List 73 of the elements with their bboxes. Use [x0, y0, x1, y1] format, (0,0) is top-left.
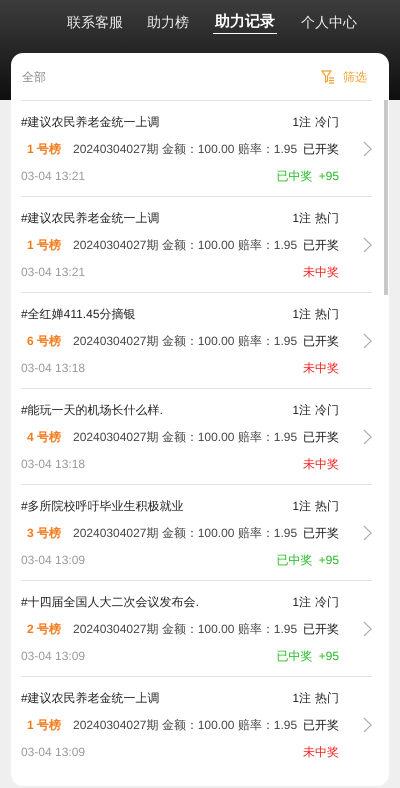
chevron-right-icon: [363, 716, 372, 732]
draw-status: 已开奖: [303, 236, 339, 254]
bet-details: 20240304027期 金额：100.00 赔率：1.95: [73, 236, 298, 254]
bet-time: 03-04 13:09: [21, 648, 86, 664]
bet-count: 1注: [292, 114, 311, 130]
bet-time: 03-04 13:21: [21, 264, 86, 280]
bet-count: 1注: [292, 690, 311, 706]
bet-details: 20240304027期 金额：100.00 赔率：1.95: [73, 140, 298, 158]
bet-time: 03-04 13:09: [21, 744, 86, 760]
topic-title: #建议农民养老金统一上调: [21, 210, 160, 226]
scrollbar[interactable]: [384, 100, 388, 295]
draw-status: 已开奖: [303, 524, 339, 542]
board-label: 6 号榜: [27, 332, 62, 350]
result-label: 未中奖: [303, 744, 339, 760]
heat-tag: 冷门: [315, 592, 339, 610]
bet-time: 03-04 13:09: [21, 552, 86, 568]
board-label: 1 号榜: [27, 236, 62, 254]
bet-details: 20240304027期 金额：100.00 赔率：1.95: [73, 332, 298, 350]
board-label: 1 号榜: [27, 140, 62, 158]
heat-tag: 热门: [315, 304, 339, 322]
chevron-right-icon: [363, 140, 372, 156]
chevron-right-icon: [363, 428, 372, 444]
bet-details: 20240304027期 金额：100.00 赔率：1.95: [73, 620, 298, 638]
topic-title: #能玩一天的机场长什么样.: [21, 402, 164, 418]
draw-status: 已开奖: [303, 716, 339, 734]
bet-details: 20240304027期 金额：100.00 赔率：1.95: [73, 716, 298, 734]
bet-count: 1注: [292, 498, 311, 514]
topic-title: #多所院校呼吁毕业生积极就业: [21, 498, 184, 514]
chevron-right-icon: [363, 524, 372, 540]
draw-status: 已开奖: [303, 332, 339, 350]
result-label: 已中奖: [276, 648, 313, 664]
bet-count: 1注: [292, 306, 311, 322]
bet-details: 20240304027期 金额：100.00 赔率：1.95: [73, 428, 298, 446]
bet-count: 1注: [292, 402, 311, 418]
bet-time: 03-04 13:18: [21, 456, 86, 472]
chevron-right-icon: [363, 332, 372, 348]
board-label: 3 号榜: [27, 524, 62, 542]
topic-title: #建议农民养老金统一上调: [21, 114, 160, 130]
category-label: 全部: [22, 68, 46, 86]
heat-tag: 热门: [315, 688, 339, 706]
heat-tag: 热门: [315, 496, 339, 514]
nav-tab[interactable]: 助力记录: [213, 10, 277, 34]
bonus-amount: +95: [318, 552, 339, 568]
bet-details: 20240304027期 金额：100.00 赔率：1.95: [73, 524, 298, 542]
nav-tab[interactable]: 联系客服: [67, 10, 123, 34]
result-label: 已中奖: [276, 168, 313, 184]
heat-tag: 冷门: [315, 400, 339, 418]
board-label: 4 号榜: [27, 428, 62, 446]
bonus-amount: +95: [318, 648, 339, 664]
bet-time: 03-04 13:18: [21, 360, 86, 376]
bet-count: 1注: [292, 210, 311, 226]
result-label: 未中奖: [303, 264, 339, 280]
topic-title: #十四届全国人大二次会议发布会.: [21, 594, 200, 610]
draw-status: 已开奖: [303, 428, 339, 446]
heat-tag: 冷门: [315, 112, 339, 130]
draw-status: 已开奖: [303, 140, 339, 158]
nav-tab[interactable]: 个人中心: [301, 10, 357, 34]
board-label: 2 号榜: [27, 620, 62, 638]
topic-title: #全红婵411.45分摘银: [21, 306, 136, 322]
result-label: 未中奖: [303, 360, 339, 376]
chevron-right-icon: [363, 620, 372, 636]
board-label: 1 号榜: [27, 716, 62, 734]
draw-status: 已开奖: [303, 620, 339, 638]
bet-count: 1注: [292, 594, 311, 610]
chevron-right-icon: [363, 236, 372, 252]
bet-time: 03-04 13:21: [21, 168, 86, 184]
result-label: 已中奖: [276, 552, 313, 568]
result-label: 未中奖: [303, 456, 339, 472]
topic-title: #建议农民养老金统一上调: [21, 690, 160, 706]
heat-tag: 热门: [315, 208, 339, 226]
nav-tab[interactable]: 助力榜: [147, 10, 189, 34]
filter-icon: [321, 70, 335, 84]
bonus-amount: +95: [318, 168, 339, 184]
